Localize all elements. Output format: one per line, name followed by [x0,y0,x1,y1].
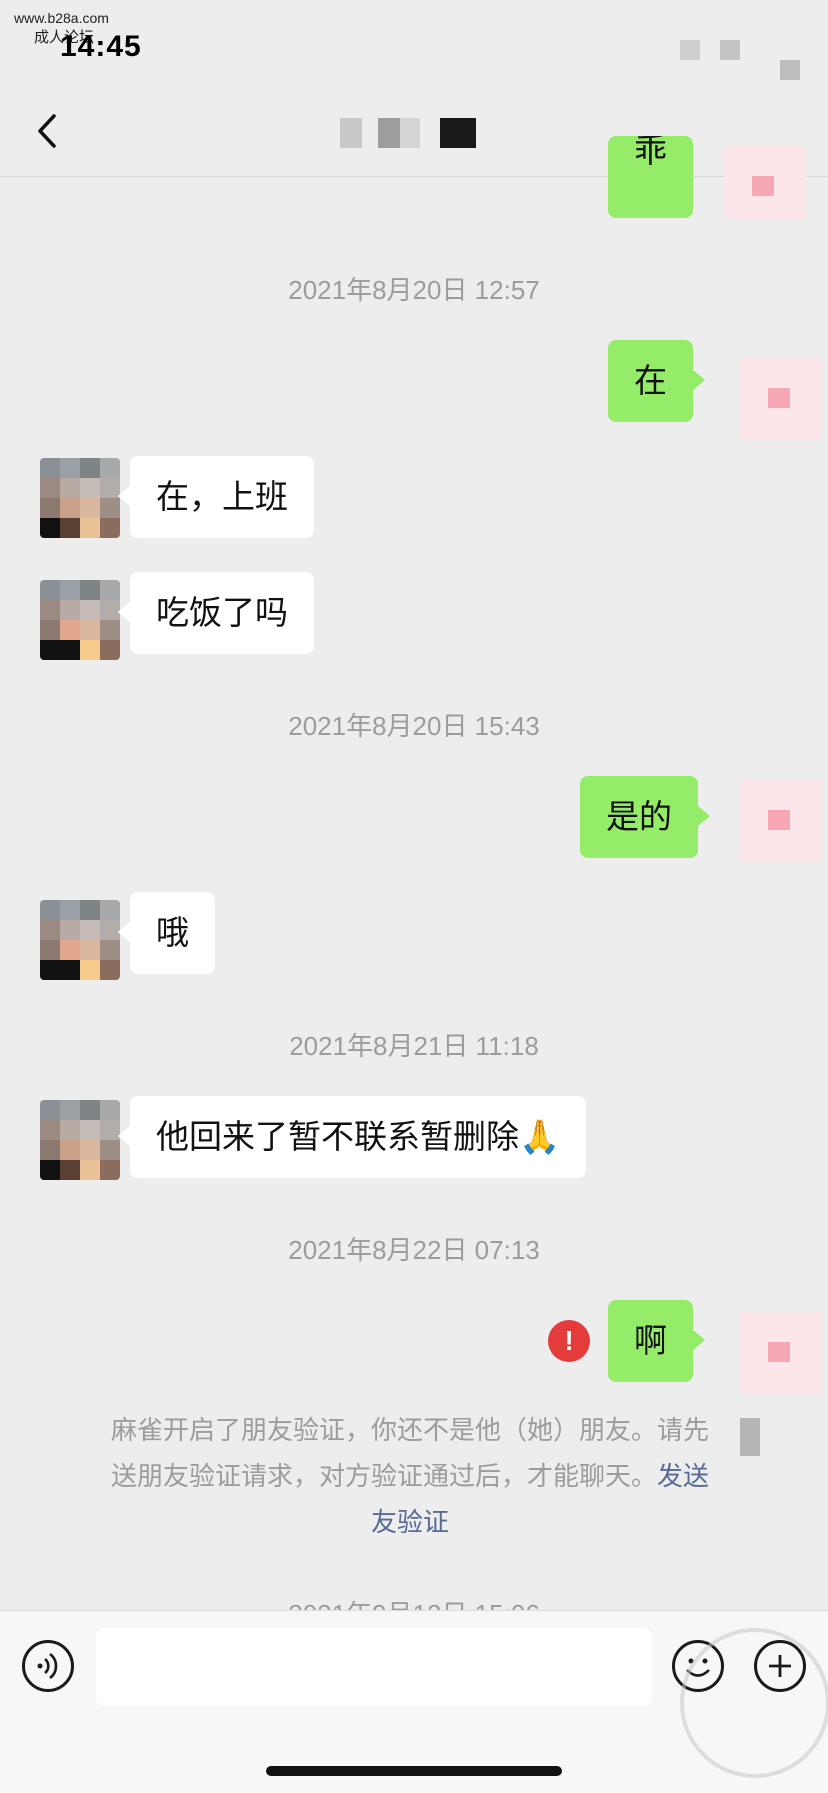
message-bubble-partial[interactable]: 乖 [608,136,693,218]
my-avatar[interactable] [724,146,806,220]
site-url: www.b28a.com [14,10,109,26]
contact-avatar[interactable] [40,458,120,538]
my-avatar[interactable] [740,358,822,440]
notice-line-1: 麻雀开启了朋友验证，你还不是他（她）朋友。请先 [110,1416,709,1446]
contact-avatar[interactable] [40,1100,120,1180]
message-bubble-them[interactable]: 哦 [118,892,215,974]
message-bubble-me[interactable]: 啊 [608,1300,705,1382]
timestamp: 2021年8月20日 15:43 [288,711,540,741]
title-blur [340,118,362,148]
message-bubble-them[interactable]: 吃饭了吗 [118,572,314,654]
timestamp: 2021年8月20日 12:57 [288,275,540,305]
signal-icon [680,40,700,60]
message-input[interactable] [96,1628,652,1706]
my-avatar[interactable] [740,780,822,862]
title-blur [440,118,476,148]
wifi-icon [720,40,740,60]
notice-text: 送朋友验证请求，对方验证通过后，才能聊天。 [110,1462,657,1492]
title-blur [378,118,400,148]
chevron-left-icon[interactable] [30,112,68,150]
title-blur [400,118,420,148]
error-icon[interactable]: ! [548,1320,590,1362]
contact-avatar[interactable] [40,580,120,660]
contact-avatar[interactable] [40,900,120,980]
home-indicator [266,1766,562,1776]
voice-icon[interactable] [22,1640,74,1692]
message-bubble-me[interactable]: 是的 [580,776,710,858]
message-bubble-them[interactable]: 在，上班 [118,456,314,538]
friend-verification-notice: 麻雀开启了朋友验证，你还不是他（她）朋友。请先 送朋友验证请求，对方验证通过后，… [60,1408,760,1546]
message-bubble-them[interactable]: 他回来了暂不联系暂删除🙏 [117,1096,587,1178]
battery-icon [780,60,800,80]
message-bubble-me[interactable]: 在 [608,340,705,422]
send-verification-link-cont[interactable]: 友验证 [60,1500,760,1546]
send-verification-link[interactable]: 发送 [657,1462,709,1492]
my-avatar[interactable] [740,1312,822,1394]
notice-line-2: 送朋友验证请求，对方验证通过后，才能聊天。发送 [60,1454,760,1500]
status-time: 14:45 [60,30,142,63]
watermark-logo [680,1628,828,1778]
timestamp: 2021年8月22日 07:13 [288,1235,540,1265]
timestamp: 2021年8月21日 11:18 [289,1031,539,1061]
